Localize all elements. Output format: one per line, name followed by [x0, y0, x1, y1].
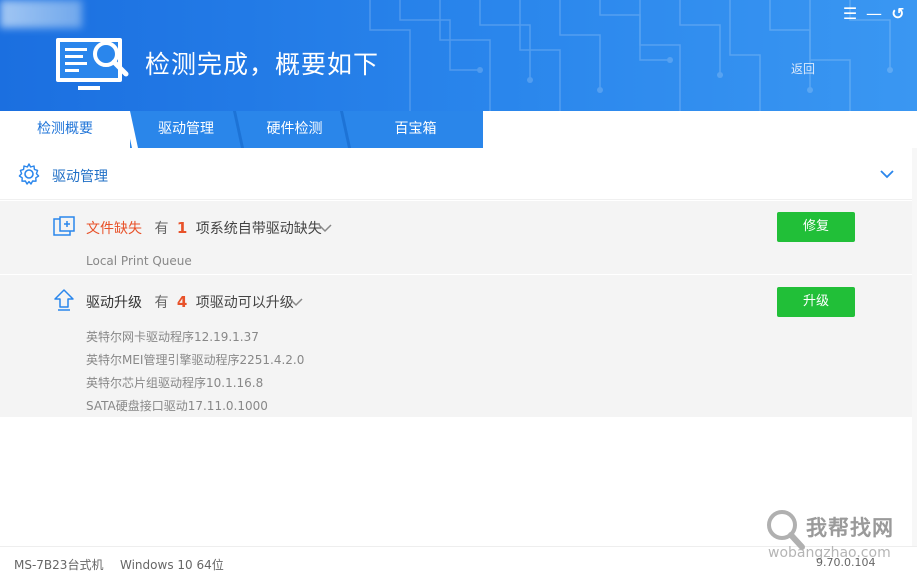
chevron-down-icon[interactable]	[317, 220, 333, 236]
minimize-icon[interactable]: —	[864, 4, 884, 24]
scrollbar-track[interactable]	[912, 148, 917, 546]
missing-file-row: 文件缺失 有 1 项系统自带驱动缺失 Local Print Queue 修复	[0, 201, 912, 274]
watermark-text: 我帮找网	[806, 516, 894, 540]
back-link[interactable]: 返回	[791, 60, 815, 77]
back-arrow-icon[interactable]: ↺	[888, 4, 908, 24]
tab-driver-management[interactable]: 驱动管理	[131, 111, 241, 148]
list-item: Local Print Queue	[86, 254, 192, 268]
upgrade-count: 4	[176, 293, 188, 311]
row-prefix: 有	[154, 295, 169, 311]
machine-model: MS-7B23台式机	[14, 558, 104, 572]
row-prefix: 有	[154, 221, 169, 237]
row-title-group: 文件缺失 有 1 项系统自带驱动缺失	[86, 218, 322, 238]
app-header: 检测完成，概要如下 返回 ☰ — ↺	[0, 0, 917, 111]
list-item: 英特尔网卡驱动程序12.19.1.37	[86, 330, 259, 344]
chevron-down-icon[interactable]	[288, 294, 304, 310]
row-title: 文件缺失	[86, 221, 142, 237]
tab-overview[interactable]: 检测概要	[0, 111, 130, 148]
row-summary: 项驱动可以升级	[195, 295, 294, 311]
version-number: 9.70.0.104	[816, 556, 876, 569]
repair-button[interactable]: 修复	[777, 212, 855, 242]
row-title-group: 驱动升级 有 4 项驱动可以升级	[86, 292, 294, 312]
blurred-corner	[0, 0, 82, 28]
section-title: 驱动管理	[52, 169, 108, 185]
driver-upgrade-row: 驱动升级 有 4 项驱动可以升级 英特尔网卡驱动程序12.19.1.37 英特尔…	[0, 275, 912, 417]
list-item: 英特尔芯片组驱动程序10.1.16.8	[86, 376, 264, 390]
circuit-background-decoration	[369, 0, 893, 111]
os-info: Windows 10 64位	[120, 558, 224, 572]
page-title: 检测完成，概要如下	[145, 50, 380, 79]
missing-count: 1	[176, 219, 188, 237]
row-summary: 项系统自带驱动缺失	[195, 221, 322, 237]
list-item: 英特尔MEI管理引擎驱动程序2251.4.2.0	[86, 353, 305, 367]
chevron-down-icon[interactable]	[878, 165, 896, 183]
driver-section-header[interactable]: 驱动管理	[0, 148, 912, 200]
tab-toolbox[interactable]: 百宝箱	[348, 111, 483, 148]
upgrade-button[interactable]: 升级	[777, 287, 855, 317]
menu-icon[interactable]: ☰	[840, 4, 860, 24]
monitor-search-logo-icon	[56, 38, 129, 90]
row-title: 驱动升级	[86, 295, 142, 311]
gear-icon	[18, 163, 40, 185]
missing-file-icon	[53, 216, 75, 236]
tab-bar: 检测概要 驱动管理 硬件检测 百宝箱	[0, 111, 917, 148]
upgrade-arrow-icon	[54, 289, 74, 311]
list-item: SATA硬盘接口驱动17.11.0.1000	[86, 399, 268, 413]
tab-hardware-check[interactable]: 硬件检测	[241, 111, 348, 148]
